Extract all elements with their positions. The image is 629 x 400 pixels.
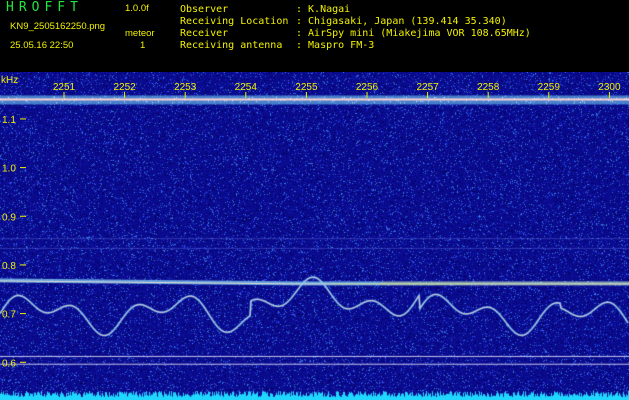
x-tick-label: 2258 <box>477 82 500 93</box>
x-axis-ticks: 2251 2252 2253 2254 2255 2256 2257 2258 2259 2300 <box>53 82 621 98</box>
timestamp-label: 25.05.16 22:50 <box>10 40 74 51</box>
info-label-location: Receiving Location <box>180 16 289 27</box>
x-tick-label: 2300 <box>598 82 621 93</box>
x-tick-label: 2252 <box>113 82 136 93</box>
chart-overlay: 2251 2252 2253 2254 2255 2256 2257 2258 2259 2300… <box>1 75 621 369</box>
y-tick-label: 0.7 <box>2 310 16 321</box>
x-tick-label: 2259 <box>538 82 561 93</box>
info-label-receiver: Receiver <box>180 28 229 39</box>
info-label-observer: Observer <box>180 4 229 15</box>
x-tick-label: 2253 <box>174 82 197 93</box>
y-tick-label: 1.1 <box>2 115 16 126</box>
meteor-count: 1 <box>140 40 146 51</box>
app-logo: HROFFT <box>6 0 83 15</box>
info-value-receiver: : AirSpy mini (Miakejima VOR 108.65MHz) <box>296 28 531 39</box>
y-axis-ticks: 1.1 1.0 0.9 0.8 0.7 0.6 <box>2 115 26 369</box>
info-value-antenna: : Maspro FM-3 <box>296 40 375 51</box>
y-tick-label: 1.0 <box>2 164 16 175</box>
x-tick-label: 2256 <box>356 82 379 93</box>
x-tick-label: 2254 <box>235 82 258 93</box>
meteor-label: meteor <box>125 28 155 39</box>
x-tick-label: 2255 <box>295 82 318 93</box>
filename-label: KN9_2505162250.png <box>10 21 106 32</box>
y-tick-label: 0.9 <box>2 212 16 223</box>
y-tick-label: 0.6 <box>2 358 16 369</box>
y-axis-unit-label: kHz <box>1 75 18 86</box>
header-panel: HROFFT 1.0.0f KN9_2505162250.png 25.05.1… <box>0 0 629 72</box>
info-value-observer: : K.Nagai <box>296 4 351 15</box>
info-label-antenna: Receiving antenna <box>180 40 283 51</box>
x-tick-label: 2251 <box>53 82 76 93</box>
info-value-location: : Chigasaki, Japan (139.414 35.340) <box>296 16 507 27</box>
y-tick-label: 0.8 <box>2 261 16 272</box>
x-tick-label: 2257 <box>416 82 439 93</box>
version-label: 1.0.0f <box>125 3 149 14</box>
